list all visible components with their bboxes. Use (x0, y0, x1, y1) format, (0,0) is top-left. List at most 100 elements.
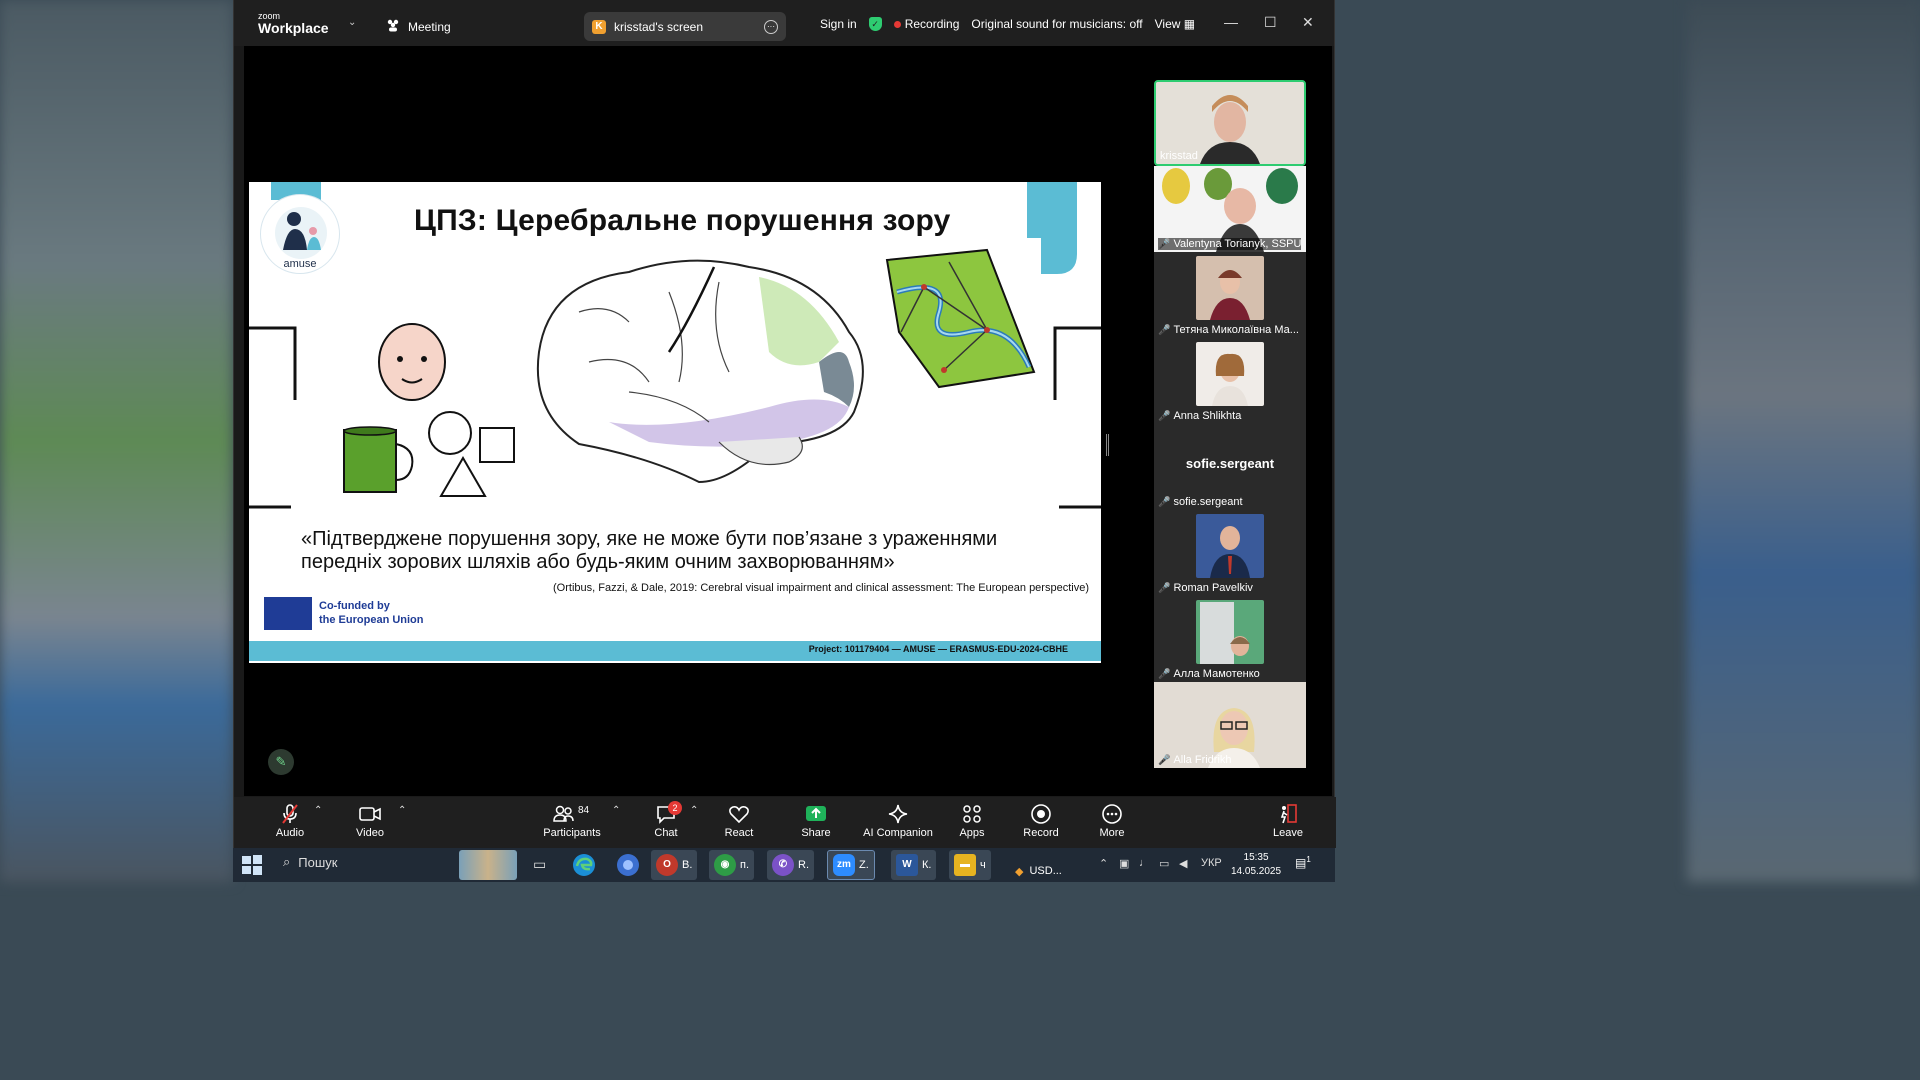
search-highlight-image[interactable] (459, 850, 517, 880)
apps-icon (932, 803, 1012, 825)
viber-icon: ✆ (772, 854, 794, 876)
meeting-label: Meeting (408, 20, 451, 34)
folder-icon: ▬ (954, 854, 976, 876)
chevron-up-icon[interactable]: ⌃ (1099, 857, 1108, 870)
search-placeholder: Пошук (298, 854, 338, 870)
leave-button[interactable]: Leave (1248, 803, 1328, 839)
eu-cofunded-text: Co-funded by the European Union (319, 600, 424, 626)
participant-name: 🎤 Алла Мамотенко (1158, 668, 1260, 680)
chrome-icon: ◉ (714, 854, 736, 876)
background-right-blur (1687, 0, 1920, 882)
slide-title: ЦПЗ: Церебральне порушення зору (414, 204, 951, 237)
meeting-icon (386, 19, 400, 35)
currency-icon: ◆ (1015, 865, 1024, 878)
brand-big: Workplace (258, 20, 329, 36)
participant-tile-krisstad[interactable]: krisstad (1154, 80, 1306, 166)
titlebar-right: Sign in ✓ Recording Original sound for m… (820, 17, 1195, 31)
participant-name: 🎤 Valentyna Torianyk, SSPU (1158, 238, 1302, 250)
project-bar: Project: 101179404 — AMUSE — ERASMUS-EDU… (249, 641, 1101, 661)
project-text: Project: 101179404 — AMUSE — ERASMUS-EDU… (808, 644, 1068, 654)
participants-options-icon[interactable]: ⌃ (612, 805, 620, 816)
close-icon[interactable]: ✕ (1302, 14, 1314, 31)
zoom-icon: zm (833, 854, 855, 876)
screen-share-pill[interactable]: K krisstad's screen ··· (584, 12, 786, 41)
meeting-menu[interactable]: Meeting (386, 19, 451, 35)
participants-count: 84 (578, 805, 590, 816)
camera-icon[interactable]: ▣ (1119, 857, 1129, 870)
share-screen-icon (776, 803, 856, 825)
slide-quote: «Підтверджене порушення зору, яке не мож… (301, 528, 998, 573)
resize-handle[interactable] (1106, 434, 1109, 456)
audio-options-icon[interactable]: ⌃ (314, 805, 322, 816)
minimize-icon[interactable]: — (1224, 14, 1238, 30)
share-button[interactable]: Share (776, 803, 856, 839)
language-indicator[interactable]: УКР (1201, 857, 1222, 869)
participant-tile-sofie[interactable]: sofie.sergeant 🎤 sofie.sergeant (1154, 424, 1306, 510)
apps-button[interactable]: Apps (932, 803, 1012, 839)
original-sound-status[interactable]: Original sound for musicians: off (971, 17, 1142, 31)
weather-widget[interactable]: ◆ USD... (1015, 857, 1062, 885)
task-view-icon[interactable]: ▭ (533, 856, 546, 884)
participants-button[interactable]: 84 Participants (532, 803, 612, 839)
record-dot-icon (893, 21, 901, 28)
taskbar-app-chrome[interactable]: ◉ п. (709, 850, 755, 880)
mic-muted-icon: 🎤 (1158, 754, 1171, 766)
taskbar-app-zoom[interactable]: zm Z. (827, 850, 875, 880)
search-icon: ⌕ (283, 854, 291, 869)
react-button[interactable]: React (699, 803, 779, 839)
participant-tile-alla-m[interactable]: 🎤 Алла Мамотенко (1154, 596, 1306, 682)
meeting-toolbar: Audio ⌃ Video ⌃ 84 Participants ⌃ 2 Chat… (234, 797, 1336, 848)
taskbar-app-opera[interactable]: O В. (651, 850, 698, 880)
video-options-icon[interactable]: ⌃ (398, 805, 406, 816)
sparkle-icon (858, 803, 938, 825)
participant-tile-alla-f[interactable]: 🎤 Alla Fridrikh (1154, 682, 1306, 768)
maximize-icon[interactable]: ☐ (1264, 14, 1277, 31)
volume-icon[interactable]: ◀ (1179, 857, 1187, 870)
mic-muted-icon: 🎤 (1158, 238, 1171, 250)
recording-indicator[interactable]: Recording (893, 17, 959, 31)
word-icon: W (896, 854, 918, 876)
participant-name: 🎤 Тетяна Миколаївна Ма... (1158, 324, 1299, 336)
record-button[interactable]: Record (1001, 803, 1081, 839)
more-options-icon[interactable]: ··· (764, 19, 778, 34)
network-icon[interactable]: ▭ (1159, 857, 1169, 870)
mic-muted-icon: 🎤 (1158, 496, 1171, 508)
meeting-main-area: amuse ЦПЗ: Церебральне порушення зору «П… (244, 46, 1332, 830)
participant-tile-anna[interactable]: 🎤 Anna Shlikhta (1154, 338, 1306, 424)
chat-options-icon[interactable]: ⌃ (690, 805, 698, 816)
participant-name: krisstad (1160, 150, 1198, 162)
windows-taskbar: ⌕ Пошук ▭ O В. ◉ п. ✆ R. zm Z. W К. ▬ ч … (233, 848, 1335, 882)
more-button[interactable]: More (1072, 803, 1152, 839)
slide-citation: (Ortibus, Fazzi, & Dale, 2019: Cerebral … (553, 582, 1089, 594)
participant-tile-tetiana[interactable]: 🎤 Тетяна Миколаївна Ма... (1154, 252, 1306, 338)
annotate-pencil-icon[interactable]: ✎ (268, 749, 294, 775)
participant-tile-valentyna[interactable]: 🎤 Valentyna Torianyk, SSPU (1154, 166, 1306, 252)
sign-in-link[interactable]: Sign in (820, 17, 857, 31)
browser-icon[interactable] (615, 852, 641, 880)
taskbar-search[interactable]: ⌕ Пошук (283, 854, 337, 870)
brain-illustration (536, 259, 864, 484)
amuse-logo: amuse (260, 194, 340, 274)
leave-icon (1248, 803, 1328, 825)
shield-icon[interactable]: ✓ (868, 17, 882, 31)
taskbar-app-word[interactable]: W К. (891, 850, 937, 880)
grid-icon: ▦ (1183, 17, 1196, 31)
face-icon (378, 323, 446, 401)
windows-start-icon[interactable] (241, 854, 263, 882)
zoom-brand: zoom Workplace (258, 12, 329, 36)
microphone-icon[interactable]: ♩ (1139, 857, 1150, 869)
taskbar-clock[interactable]: 15:35 14.05.2025 (1231, 851, 1281, 879)
taskbar-app-explorer[interactable]: ▬ ч (949, 850, 991, 880)
participant-tile-roman[interactable]: 🎤 Roman Pavelkiv (1154, 510, 1306, 596)
chevron-down-icon[interactable]: ⌄ (348, 17, 356, 28)
edge-icon[interactable] (571, 852, 597, 880)
eu-flag (264, 597, 312, 630)
sharer-badge: K (592, 19, 606, 34)
background-left-blur (0, 0, 233, 882)
zoom-window: zoom Workplace ⌄ Meeting K krisstad's sc… (233, 0, 1336, 848)
taskbar-app-viber[interactable]: ✆ R. (767, 850, 814, 880)
map-icon (885, 248, 1036, 389)
ai-companion-button[interactable]: AI Companion (858, 803, 938, 839)
view-button[interactable]: View ▦ (1155, 17, 1195, 31)
notifications-icon[interactable]: ▤1 (1295, 855, 1311, 883)
